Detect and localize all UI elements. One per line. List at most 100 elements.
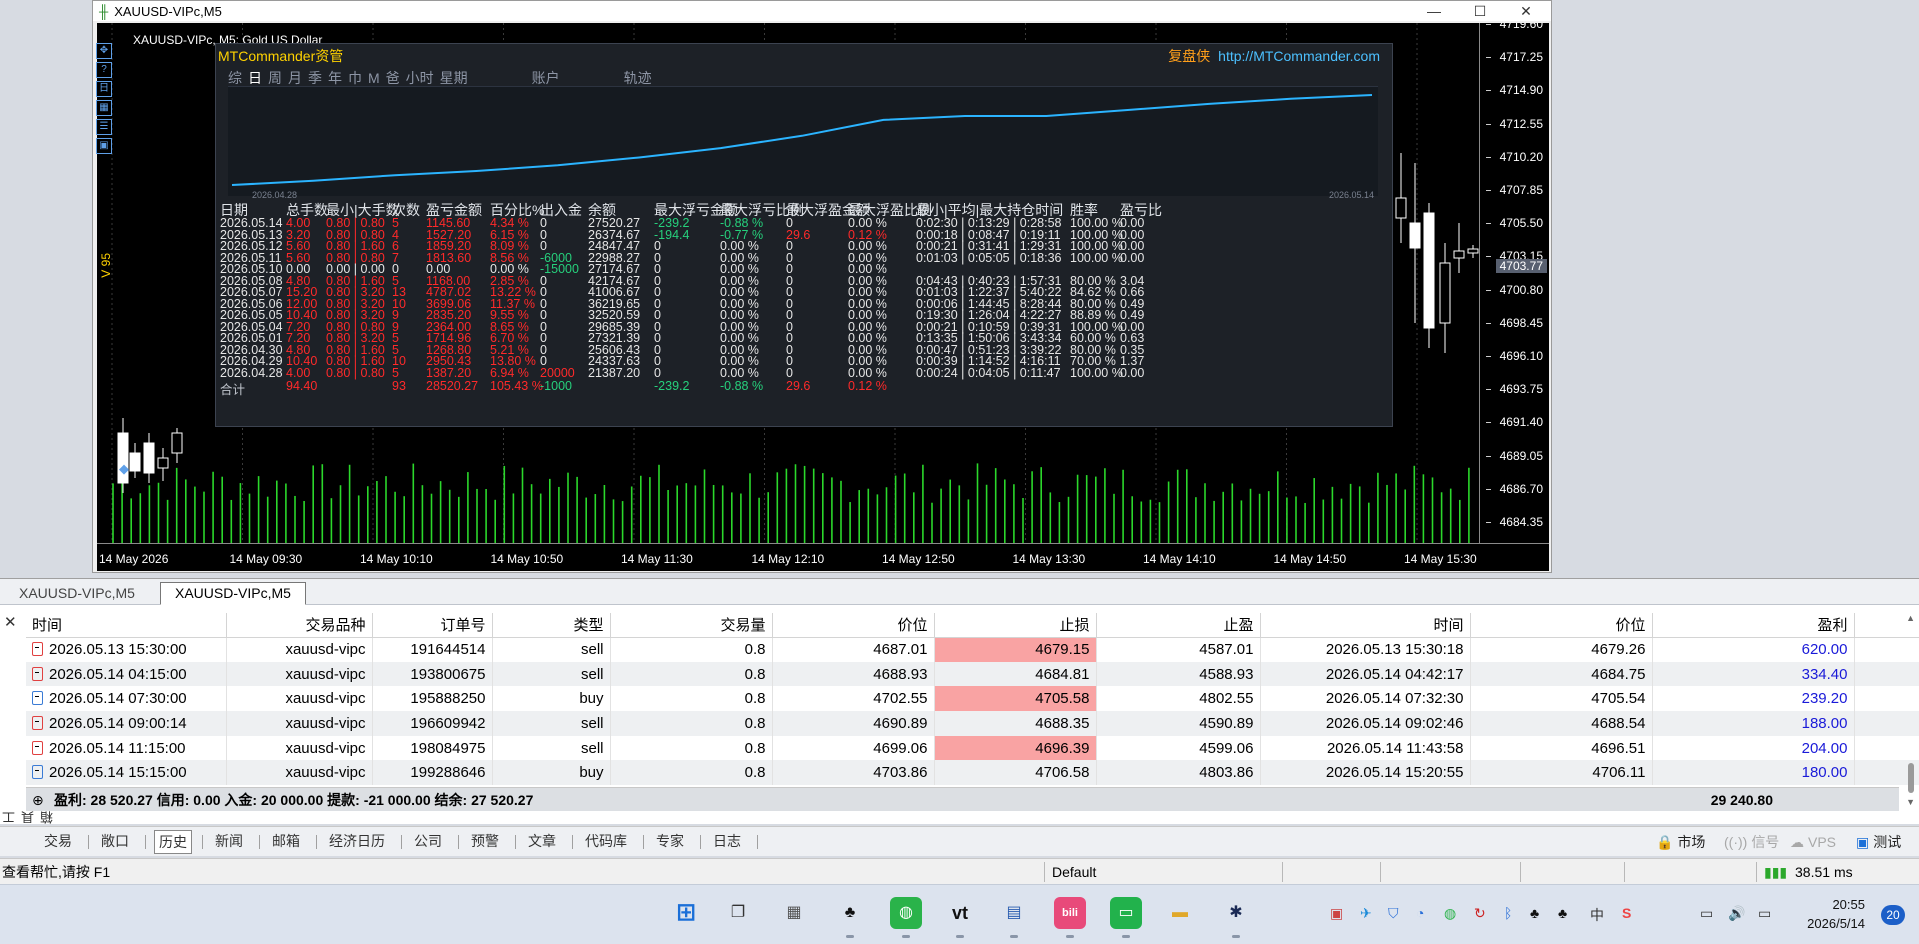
- bilibili-icon[interactable]: bili: [1054, 897, 1086, 929]
- start-icon[interactable]: ⊞: [670, 897, 702, 929]
- toolbox-tab-9[interactable]: 代码库: [581, 830, 631, 854]
- input-language-icon[interactable]: 中: [1590, 905, 1604, 925]
- window-icon[interactable]: ▣: [96, 138, 112, 154]
- close-button[interactable]: ✕: [1503, 1, 1549, 21]
- battery-icon[interactable]: ▭: [1758, 905, 1771, 922]
- mtc-tab-5[interactable]: 年: [328, 70, 342, 86]
- toolbox-tab-2[interactable]: 历史: [154, 830, 192, 854]
- toolbox-tab-7[interactable]: 预警: [467, 830, 503, 854]
- history-column-header[interactable]: 时间: [1260, 613, 1471, 638]
- volume-icon[interactable]: 🔊: [1728, 905, 1745, 922]
- scroll-up-icon[interactable]: ▲: [1906, 613, 1915, 623]
- wechat-icon[interactable]: ◍: [890, 897, 922, 929]
- help-icon[interactable]: ?: [96, 62, 112, 78]
- tray-app-icon[interactable]: ▣: [1330, 905, 1343, 922]
- chart-tab-1[interactable]: XAUUSD-VIPc,M5: [4, 582, 150, 605]
- notification-badge[interactable]: 20: [1881, 905, 1905, 925]
- mtc-tab-3[interactable]: 月: [288, 70, 302, 86]
- history-column-header[interactable]: 时间: [26, 613, 227, 638]
- chart-tab-2[interactable]: XAUUSD-VIPc,M5: [160, 582, 306, 605]
- expand-icon[interactable]: ⊕: [32, 788, 44, 812]
- history-table-row[interactable]: 2026.05.14 11:15:00 xauusd-vipc 198084975 s…: [26, 735, 1919, 761]
- bluetooth-icon[interactable]: ᛒ: [1504, 905, 1512, 921]
- network-app-icon[interactable]: ▤: [998, 897, 1030, 929]
- chart-side-toolbar: ✥ ? 日 ▦ ☰ ▣: [96, 43, 114, 157]
- history-column-header[interactable]: 止损: [934, 613, 1097, 638]
- calendar-icon[interactable]: 日: [96, 81, 112, 97]
- list-icon[interactable]: ☰: [96, 119, 112, 135]
- one-click-trading-label[interactable]: V 95: [99, 253, 113, 278]
- toolbox-tab-0[interactable]: 交易: [40, 830, 76, 854]
- grid-icon[interactable]: ▦: [96, 100, 112, 116]
- chat-app-icon[interactable]: ▭: [1110, 897, 1142, 929]
- toolbox-right-3[interactable]: ▣ 测试: [1856, 831, 1901, 853]
- toolbox-tab-8[interactable]: 文章: [524, 830, 560, 854]
- tray-app-icon[interactable]: ✈: [1360, 905, 1372, 922]
- history-cell: 4599.06: [1096, 735, 1261, 761]
- mtc-tab-10[interactable]: 星期: [440, 70, 468, 86]
- mtc-tab-0[interactable]: 综: [228, 70, 242, 86]
- toolbox-tab-3[interactable]: 新闻: [211, 830, 247, 854]
- history-column-header[interactable]: 交易量: [610, 613, 773, 638]
- toolbox-tab-5[interactable]: 经济日历: [325, 830, 389, 854]
- status-profile[interactable]: Default: [1052, 859, 1096, 885]
- close-icon[interactable]: ✕: [4, 613, 17, 631]
- network-icon[interactable]: ▭: [1700, 905, 1713, 922]
- toolbox-tab-1[interactable]: 敞口: [97, 830, 133, 854]
- mtc-tab-2[interactable]: 周: [268, 70, 282, 86]
- mtc-tab-1[interactable]: 日: [248, 70, 262, 86]
- history-column-header[interactable]: 价位: [1470, 613, 1653, 638]
- mtc-tab-9[interactable]: 小时: [406, 70, 434, 86]
- maximize-button[interactable]: ☐: [1457, 1, 1503, 21]
- history-table-row[interactable]: 2026.05.13 15:30:00 xauusd-vipc 191644514 s…: [26, 637, 1919, 662]
- vertical-scrollbar[interactable]: ▲ ▼: [1905, 613, 1915, 809]
- vt-app-icon[interactable]: vt: [944, 897, 976, 929]
- ime-icon[interactable]: S: [1622, 905, 1631, 921]
- tray-shield-icon[interactable]: ⛉: [1388, 905, 1399, 922]
- folder-icon[interactable]: ▬: [1164, 897, 1196, 929]
- history-column-header[interactable]: 类型: [492, 613, 611, 638]
- toolbox-tab-4[interactable]: 邮箱: [268, 830, 304, 854]
- tray-app-icon[interactable]: ↻: [1474, 905, 1486, 922]
- history-column-header[interactable]: 止盈: [1096, 613, 1261, 638]
- status-ping[interactable]: ▮▮▮ 38.51 ms: [1764, 859, 1853, 885]
- toolbox-right-0[interactable]: 🔒 市场: [1656, 831, 1705, 853]
- toolbox-right-2[interactable]: ☁ VPS: [1790, 831, 1836, 853]
- chart-titlebar[interactable]: ╫ XAUUSD-VIPc,M5 — ☐ ✕: [93, 1, 1551, 21]
- toolbox-tab-6[interactable]: 公司: [410, 830, 446, 854]
- metatrader-icon[interactable]: ✱: [1220, 897, 1252, 929]
- mtc-tab-7[interactable]: M: [368, 70, 380, 86]
- history-table-row[interactable]: 2026.05.14 15:15:00 xauusd-vipc 199288646 b…: [26, 760, 1919, 786]
- mtc-tab-4[interactable]: 季: [308, 70, 322, 86]
- move-icon[interactable]: ✥: [96, 43, 112, 59]
- scroll-down-icon[interactable]: ▼: [1906, 797, 1915, 807]
- toolbox-tab-11[interactable]: 日志: [709, 830, 745, 854]
- qq-icon[interactable]: ♣: [834, 897, 866, 929]
- history-table-header: 时间交易品种订单号类型交易量价位止损止盈时间价位盈利变更: [26, 613, 1919, 638]
- history-table-row[interactable]: 2026.05.14 09:00:14 xauusd-vipc 196609942 s…: [26, 711, 1919, 736]
- toolbox-tab-10[interactable]: 专家: [652, 830, 688, 854]
- tray-wechat-icon[interactable]: ◍: [1444, 905, 1456, 922]
- mtc-brand-url[interactable]: http://MTCommander.com: [1218, 48, 1380, 64]
- minimize-button[interactable]: —: [1411, 1, 1457, 21]
- history-column-header[interactable]: 订单号: [372, 613, 493, 638]
- mtc-tab-11[interactable]: 账户: [532, 70, 560, 86]
- history-column-header[interactable]: 盈利: [1652, 613, 1855, 638]
- history-column-header[interactable]: 价位: [772, 613, 935, 638]
- history-table-row[interactable]: 2026.05.14 04:15:00 xauusd-vipc 193800675 s…: [26, 661, 1919, 687]
- toolbox-right-1[interactable]: ((·)) 信号: [1724, 831, 1779, 853]
- scrollbar-thumb[interactable]: [1908, 763, 1914, 793]
- task-view-icon[interactable]: ❐: [722, 897, 754, 929]
- tray-app-icon[interactable]: ◔: [1416, 905, 1424, 921]
- history-table-row[interactable]: 2026.05.14 07:30:00 xauusd-vipc 195888250 b…: [26, 686, 1919, 712]
- tray-qq-icon[interactable]: ♣: [1558, 905, 1567, 921]
- history-column-header[interactable]: 交易品种: [226, 613, 373, 638]
- tray-qq-icon[interactable]: ♣: [1530, 905, 1539, 921]
- mtc-tab-12[interactable]: 轨迹: [624, 70, 652, 86]
- history-cell: 2026.05.14 07:32:30: [1260, 686, 1471, 712]
- mtc-tab-8[interactable]: 爸: [386, 70, 400, 86]
- calculator-icon[interactable]: ▦: [778, 897, 810, 929]
- system-clock[interactable]: 20:55 2026/5/14: [1807, 895, 1865, 933]
- mtc-tab-6[interactable]: 巾: [348, 70, 362, 86]
- running-indicator: [956, 935, 964, 938]
